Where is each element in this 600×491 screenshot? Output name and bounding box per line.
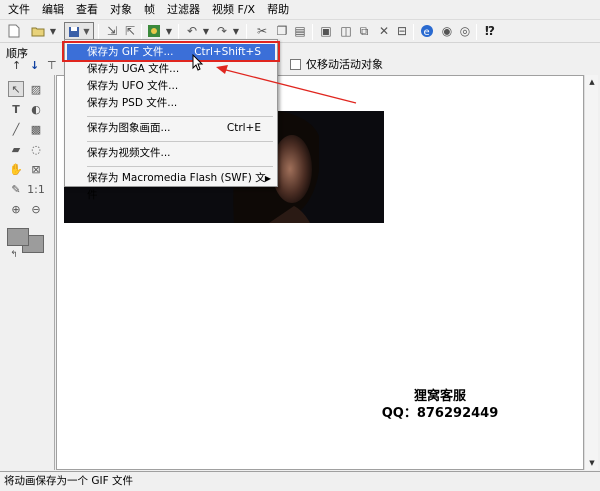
- move-up-icon[interactable]: ↑: [12, 59, 21, 72]
- open-icon[interactable]: [30, 23, 46, 39]
- menu-item-save-image[interactable]: 保存为图象画面... Ctrl+E: [67, 120, 275, 137]
- help-icon[interactable]: ⁉: [482, 23, 498, 39]
- only-move-active-checkbox[interactable]: 仅移动活动对象: [290, 56, 383, 72]
- vertical-scrollbar[interactable]: ▲ ▼: [584, 75, 598, 470]
- menu-item-save-psd[interactable]: 保存为 PSD 文件...: [67, 95, 275, 112]
- save-icon: [69, 26, 80, 37]
- watermark-line2: QQ：876292449: [381, 406, 499, 421]
- menu-item-label: 保存为视频文件...: [87, 147, 171, 159]
- new-icon[interactable]: [6, 23, 22, 39]
- menu-item-label: 保存为 UFO 文件...: [87, 80, 179, 92]
- insert-icon[interactable]: ⊟: [394, 23, 410, 39]
- preview-icon[interactable]: [146, 23, 162, 39]
- redo-icon[interactable]: ↷: [214, 23, 230, 39]
- move-down-icon[interactable]: ↓: [30, 59, 39, 72]
- menu-item-label: 保存为图象画面...: [87, 122, 171, 134]
- cut-icon[interactable]: ✂: [254, 23, 270, 39]
- toolbar-separator: [141, 24, 142, 40]
- scroll-up-icon[interactable]: ▲: [587, 77, 597, 87]
- watermark-line1: 狸窝客服: [413, 389, 466, 404]
- menu-bar: 文件 编辑 查看 对象 帧 过滤器 视频 F/X 帮助: [0, 0, 600, 20]
- toolbar-separator: [413, 24, 414, 40]
- move-top-icon[interactable]: ⊤: [47, 59, 57, 72]
- toolbar-separator: [178, 24, 179, 40]
- menu-help[interactable]: 帮助: [261, 1, 295, 19]
- frame-icon[interactable]: ▣: [318, 23, 334, 39]
- layer-icon[interactable]: ⧉: [356, 23, 372, 39]
- menu-item-label: 保存为 UGA 文件...: [87, 63, 180, 75]
- only-move-active-label: 仅移动活动对象: [306, 58, 383, 71]
- watermark-text: 狸窝客服 QQ：876292449: [360, 388, 520, 422]
- toolbar-separator: [476, 24, 477, 40]
- menu-item-shortcut: Ctrl+E: [226, 122, 261, 134]
- shape-tool-icon[interactable]: ◐: [28, 101, 44, 117]
- transform-tool-icon[interactable]: ⊠: [28, 161, 44, 177]
- chevron-down-icon[interactable]: ▼: [232, 23, 240, 39]
- globe-icon[interactable]: ◎: [457, 23, 473, 39]
- hand-tool-icon[interactable]: ✋: [8, 161, 24, 177]
- undo-icon[interactable]: ↶: [184, 23, 200, 39]
- menu-filter[interactable]: 过滤器: [161, 1, 206, 19]
- menu-item-save-swf[interactable]: 保存为 Macromedia Flash (SWF) 文件 ▶: [67, 170, 275, 201]
- eraser-tool-icon[interactable]: ▰: [8, 141, 24, 157]
- select-tool-icon[interactable]: ↖: [8, 81, 24, 97]
- menu-object[interactable]: 对象: [104, 1, 138, 19]
- paste-icon[interactable]: ▤: [292, 23, 308, 39]
- pattern-tool-icon[interactable]: ▩: [28, 121, 44, 137]
- menu-item-save-gif[interactable]: 保存为 GIF 文件... Ctrl+Shift+S: [67, 44, 275, 61]
- toolbar-separator: [312, 24, 313, 40]
- copy-icon[interactable]: ❐: [274, 23, 290, 39]
- text-tool-icon[interactable]: T: [8, 101, 24, 117]
- import-icon[interactable]: ⇲: [104, 23, 120, 39]
- delete-icon[interactable]: ✕: [376, 23, 392, 39]
- zoom-out-icon[interactable]: ⊖: [28, 201, 44, 217]
- lasso-tool-icon[interactable]: ◌: [28, 141, 44, 157]
- web-icon[interactable]: ◉: [439, 23, 455, 39]
- chevron-down-icon[interactable]: ▼: [49, 23, 57, 39]
- chevron-down-icon[interactable]: ▼: [165, 23, 173, 39]
- checkbox-box[interactable]: [290, 58, 301, 70]
- export-icon[interactable]: ⇱: [122, 23, 138, 39]
- chevron-down-icon[interactable]: ▼: [202, 23, 210, 39]
- foreground-color-swatch[interactable]: [7, 228, 29, 246]
- swap-colors-icon[interactable]: ↰: [6, 247, 22, 263]
- svg-text:e: e: [424, 27, 430, 38]
- actual-size-icon[interactable]: 1:1: [27, 181, 45, 197]
- menu-item-save-uga[interactable]: 保存为 UGA 文件...: [67, 61, 275, 78]
- crop-tool-icon[interactable]: ▨: [28, 81, 44, 97]
- menu-frame[interactable]: 帧: [138, 1, 161, 19]
- brush-tool-icon[interactable]: ╱: [8, 121, 24, 137]
- toolbar-separator: [98, 24, 99, 40]
- mouse-cursor-icon: [192, 54, 204, 71]
- menu-separator: [87, 166, 273, 167]
- menu-item-label: 保存为 PSD 文件...: [87, 97, 178, 109]
- menu-item-save-video[interactable]: 保存为视频文件...: [67, 145, 275, 162]
- toolbar-separator: [246, 24, 247, 40]
- menu-video-fx[interactable]: 视频 F/X: [206, 1, 261, 19]
- menu-item-save-ufo[interactable]: 保存为 UFO 文件...: [67, 78, 275, 95]
- pencil-tool-icon[interactable]: ✎: [8, 181, 24, 197]
- menu-edit[interactable]: 编辑: [36, 1, 70, 19]
- tool-panel: ↖ ▨ T ◐ ╱ ▩ ▰ ◌ ✋ ⊠ ✎ 1:1 ⊕ ⊖ ↰: [0, 75, 55, 470]
- menu-item-label: 保存为 GIF 文件...: [87, 46, 174, 58]
- menu-separator: [87, 116, 273, 117]
- save-as-dropdown-menu: 保存为 GIF 文件... Ctrl+Shift+S 保存为 UGA 文件...…: [64, 39, 278, 201]
- menu-file[interactable]: 文件: [2, 1, 36, 19]
- menu-view[interactable]: 查看: [70, 1, 104, 19]
- status-bar: 将动画保存为一个 GIF 文件: [0, 471, 600, 491]
- browser-icon[interactable]: e: [419, 23, 435, 39]
- menu-separator: [87, 141, 273, 142]
- frame-add-icon[interactable]: ◫: [338, 23, 354, 39]
- scroll-down-icon[interactable]: ▼: [587, 458, 597, 468]
- zoom-in-icon[interactable]: ⊕: [8, 201, 24, 217]
- submenu-arrow-icon: ▶: [264, 174, 271, 183]
